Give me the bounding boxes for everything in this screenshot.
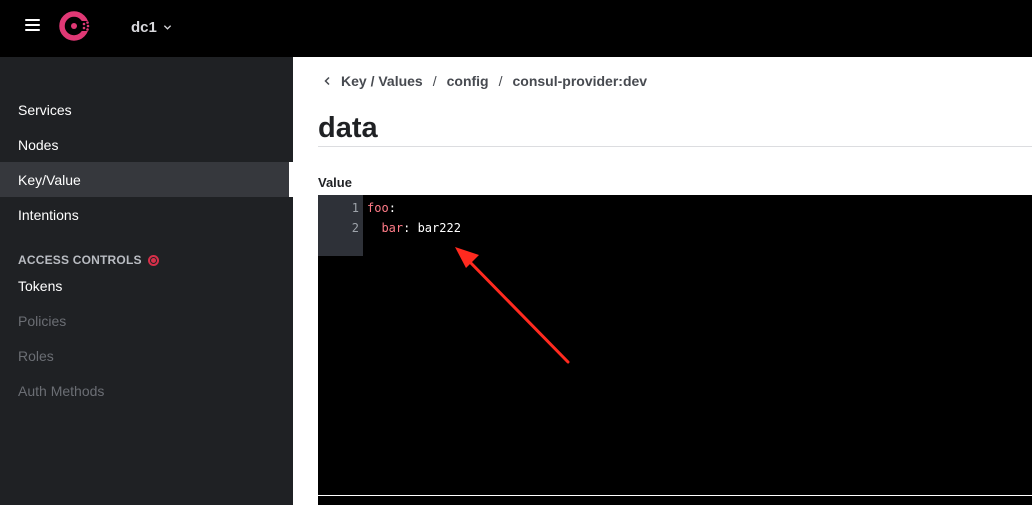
access-controls-label: ACCESS CONTROLS [18, 253, 142, 267]
code-punct: : [403, 221, 418, 235]
sidebar-item-nodes[interactable]: Nodes [0, 127, 289, 162]
sidebar-item-roles: Roles [18, 347, 54, 364]
main-content: Key / Values / config / consul-provider:… [293, 57, 1032, 505]
breadcrumb: Key / Values / config / consul-provider:… [323, 72, 647, 90]
editor-gutter: 1 2 [318, 195, 363, 256]
sidebar-item-key-value[interactable]: Key/Value [0, 162, 289, 197]
sidebar-item-policies: Policies [18, 312, 67, 329]
sidebar-item-auth-methods: Auth Methods [18, 382, 105, 399]
consul-logo-icon[interactable] [58, 8, 94, 44]
code-line: bar: bar222 [367, 221, 461, 235]
value-label: Value [318, 175, 352, 190]
sidebar-item-intentions[interactable]: Intentions [0, 197, 289, 232]
chevron-down-icon [163, 24, 171, 30]
code-punct: : [388, 201, 396, 215]
datacenter-label: dc1 [131, 18, 157, 36]
editor-footer [318, 496, 1032, 505]
breadcrumb-config[interactable]: config [447, 73, 489, 89]
line-number: 1 [351, 201, 359, 215]
breadcrumb-consul-provider[interactable]: consul-provider:dev [513, 73, 648, 89]
sidebar: Services Nodes Key/Value Intentions ACCE… [0, 57, 293, 505]
line-number: 2 [351, 221, 359, 235]
status-dot-icon [147, 254, 159, 266]
code-value: bar222 [417, 221, 461, 235]
sidebar-item-tokens[interactable]: Tokens [0, 268, 289, 303]
top-bar: dc1 [0, 0, 1032, 57]
code-line: foo: [367, 201, 396, 215]
sidebar-item-services[interactable]: Services [0, 92, 289, 127]
hamburger-menu-icon[interactable] [25, 19, 40, 31]
datacenter-selector[interactable]: dc1 [131, 17, 172, 37]
page-title: data [318, 112, 378, 144]
breadcrumb-key-values[interactable]: Key / Values [341, 73, 423, 89]
value-code-editor[interactable]: 1 2 foo: bar: bar222 [318, 195, 1032, 495]
chevron-left-icon[interactable] [323, 76, 331, 86]
breadcrumb-separator: / [432, 73, 437, 89]
breadcrumb-separator: / [498, 73, 503, 89]
access-controls-heading: ACCESS CONTROLS [18, 252, 159, 268]
title-divider [318, 146, 1032, 147]
code-key: foo [367, 201, 389, 215]
code-key: bar [367, 221, 404, 235]
